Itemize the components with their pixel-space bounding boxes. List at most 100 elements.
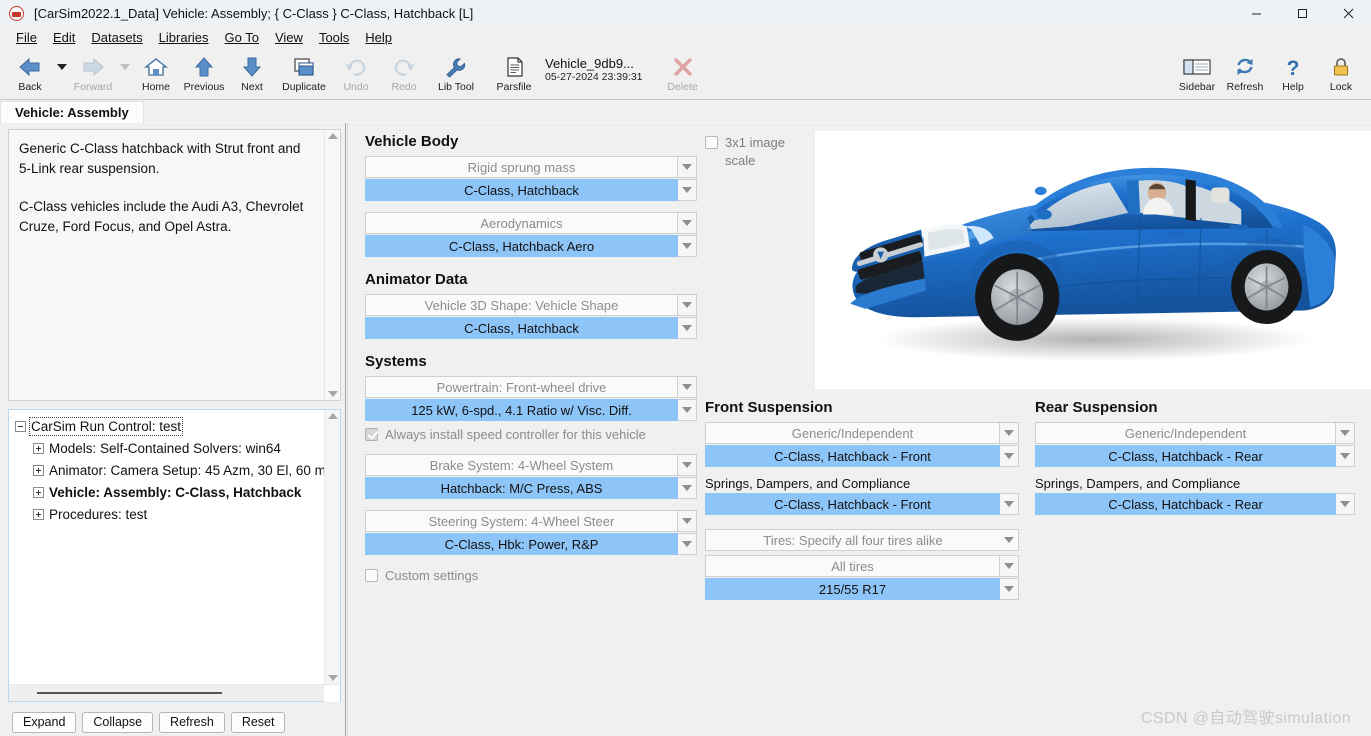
menu-file[interactable]: File [8, 28, 45, 47]
all-tires-dropdown[interactable]: All tires [705, 555, 1019, 577]
scroll-down-icon[interactable] [327, 675, 338, 681]
tires-category-dropdown[interactable]: Tires: Specify all four tires alike [705, 529, 1019, 551]
rear-springs-dataset-dropdown[interactable]: C-Class, Hatchback - Rear [1035, 493, 1355, 515]
rigid-sprung-mass-category-dropdown[interactable]: Rigid sprung mass [365, 156, 697, 178]
brake-system-category-dropdown[interactable]: Brake System: 4-Wheel System [365, 454, 697, 476]
expand-toggle-icon[interactable] [33, 464, 44, 476]
back-dropdown-caret[interactable] [54, 50, 69, 80]
dropdown-arrow-icon[interactable] [678, 454, 697, 476]
expand-toggle-icon[interactable] [33, 486, 44, 498]
front-kinematics-category-dropdown[interactable]: Generic/Independent [705, 422, 1019, 444]
collapse-button[interactable]: Collapse [82, 711, 154, 733]
menu-datasets[interactable]: Datasets [83, 28, 150, 47]
menu-help[interactable]: Help [357, 28, 400, 47]
dropdown-arrow-icon[interactable] [1000, 529, 1019, 551]
speed-controller-checkbox-row[interactable]: Always install speed controller for this… [365, 423, 697, 445]
tree-row-vehicle-assembly[interactable]: Vehicle: Assembly: C-Class, Hatchback [15, 481, 324, 503]
tree-row-models[interactable]: Models: Self-Contained Solvers: win64 [15, 437, 324, 459]
dropdown-arrow-icon[interactable] [678, 156, 697, 178]
lock-button[interactable]: Lock [1317, 50, 1365, 96]
dropdown-arrow-icon[interactable] [678, 399, 697, 421]
tree-horizontal-scrollbar[interactable] [9, 684, 340, 702]
collapse-toggle-icon[interactable] [15, 420, 26, 432]
dropdown-arrow-icon[interactable] [678, 179, 697, 201]
tab-vehicle-assembly[interactable]: Vehicle: Assembly [0, 101, 144, 123]
aerodynamics-dataset-dropdown[interactable]: C-Class, Hatchback Aero [365, 235, 697, 257]
dropdown-arrow-icon[interactable] [1000, 555, 1019, 577]
image-3x1-checkbox-row[interactable]: 3x1 image [705, 133, 815, 151]
rear-kinematics-dataset-dropdown[interactable]: C-Class, Hatchback - Rear [1035, 445, 1355, 467]
parsfile-button[interactable]: Parsfile [486, 50, 542, 96]
menu-view[interactable]: View [267, 28, 311, 47]
custom-settings-checkbox-row[interactable]: Custom settings [365, 564, 697, 586]
description-scrollbar[interactable] [324, 130, 340, 400]
dropdown-arrow-icon[interactable] [1336, 422, 1355, 444]
menu-libraries[interactable]: Libraries [151, 28, 217, 47]
vehicle-3d-shape-category-dropdown[interactable]: Vehicle 3D Shape: Vehicle Shape [365, 294, 697, 316]
front-springs-dataset-dropdown[interactable]: C-Class, Hatchback - Front [705, 493, 1019, 515]
tree-row-animator[interactable]: Animator: Camera Setup: 45 Azm, 30 El, 6… [15, 459, 324, 481]
back-button[interactable]: Back [6, 50, 54, 96]
dropdown-arrow-icon[interactable] [678, 477, 697, 499]
image-3x1-label: 3x1 image [725, 134, 785, 150]
dropdown-arrow-icon[interactable] [678, 212, 697, 234]
aerodynamics-category-dropdown[interactable]: Aerodynamics [365, 212, 697, 234]
powertrain-category-dropdown[interactable]: Powertrain: Front-wheel drive [365, 376, 697, 398]
vehicle-3d-shape-dataset-dropdown[interactable]: C-Class, Hatchback [365, 317, 697, 339]
dropdown-arrow-icon[interactable] [1000, 445, 1019, 467]
dropdown-arrow-icon[interactable] [1336, 445, 1355, 467]
image-3x1-checkbox[interactable] [705, 135, 718, 149]
refresh-button[interactable]: Refresh [1221, 50, 1269, 96]
previous-button[interactable]: Previous [180, 50, 228, 96]
refresh-tree-button[interactable]: Refresh [159, 711, 225, 733]
dropdown-arrow-icon[interactable] [678, 533, 697, 555]
scrollbar-thumb[interactable] [37, 692, 222, 694]
next-button[interactable]: Next [228, 50, 276, 96]
dropdown-arrow-icon[interactable] [1000, 493, 1019, 515]
scroll-down-icon[interactable] [327, 391, 338, 397]
tree-row-root[interactable]: CarSim Run Control: test [15, 415, 324, 437]
dropdown-arrow-icon[interactable] [678, 376, 697, 398]
menu-edit[interactable]: Edit [45, 28, 83, 47]
dropdown-arrow-icon[interactable] [1336, 493, 1355, 515]
expand-toggle-icon[interactable] [33, 508, 44, 520]
tire-size-dropdown[interactable]: 215/55 R17 [705, 578, 1019, 600]
dropdown-arrow-icon[interactable] [678, 235, 697, 257]
maximize-button[interactable] [1279, 0, 1325, 26]
scroll-up-icon[interactable] [327, 133, 338, 139]
powertrain-dataset-dropdown[interactable]: 125 kW, 6-spd., 4.1 Ratio w/ Visc. Diff. [365, 399, 697, 421]
dropdown-arrow-icon[interactable] [678, 294, 697, 316]
scroll-up-icon[interactable] [327, 413, 338, 419]
expand-button[interactable]: Expand [12, 711, 77, 733]
up-arrow-icon [191, 54, 217, 80]
steering-system-category-dropdown[interactable]: Steering System: 4-Wheel Steer [365, 510, 697, 532]
close-button[interactable] [1325, 0, 1371, 26]
reset-button[interactable]: Reset [230, 711, 286, 733]
menu-goto[interactable]: Go To [217, 28, 267, 47]
custom-settings-checkbox[interactable] [365, 568, 378, 582]
dropdown-arrow-icon[interactable] [678, 317, 697, 339]
rear-kinematics-category-dropdown[interactable]: Generic/Independent [1035, 422, 1355, 444]
lib-tool-button[interactable]: Lib Tool [428, 50, 484, 96]
home-button[interactable]: Home [132, 50, 180, 96]
duplicate-button[interactable]: Duplicate [276, 50, 332, 96]
watermark-text: CSDN @自动驾驶simulation [1140, 710, 1351, 727]
steering-system-dataset-dropdown[interactable]: C-Class, Hbk: Power, R&P [365, 533, 697, 555]
dropdown-arrow-icon[interactable] [1000, 578, 1019, 600]
help-button[interactable]: ? Help [1269, 50, 1317, 96]
redo-button: Redo [380, 50, 428, 96]
sidebar-button[interactable]: Sidebar [1173, 50, 1221, 96]
tree-row-procedures[interactable]: Procedures: test [15, 503, 324, 525]
dropdown-arrow-icon[interactable] [1000, 422, 1019, 444]
expand-toggle-icon[interactable] [33, 442, 44, 454]
brake-system-dataset-dropdown[interactable]: Hatchback: M/C Press, ABS [365, 477, 697, 499]
front-kinematics-dataset-dropdown[interactable]: C-Class, Hatchback - Front [705, 445, 1019, 467]
tree-vertical-scrollbar[interactable] [324, 410, 340, 684]
speed-controller-checkbox[interactable] [365, 427, 378, 441]
rigid-sprung-mass-dataset-dropdown[interactable]: C-Class, Hatchback [365, 179, 697, 201]
back-split-button[interactable]: Back [6, 50, 69, 99]
dropdown-arrow-icon[interactable] [678, 510, 697, 532]
pane-splitter[interactable] [344, 123, 349, 736]
minimize-button[interactable] [1233, 0, 1279, 26]
menu-tools[interactable]: Tools [311, 28, 357, 47]
